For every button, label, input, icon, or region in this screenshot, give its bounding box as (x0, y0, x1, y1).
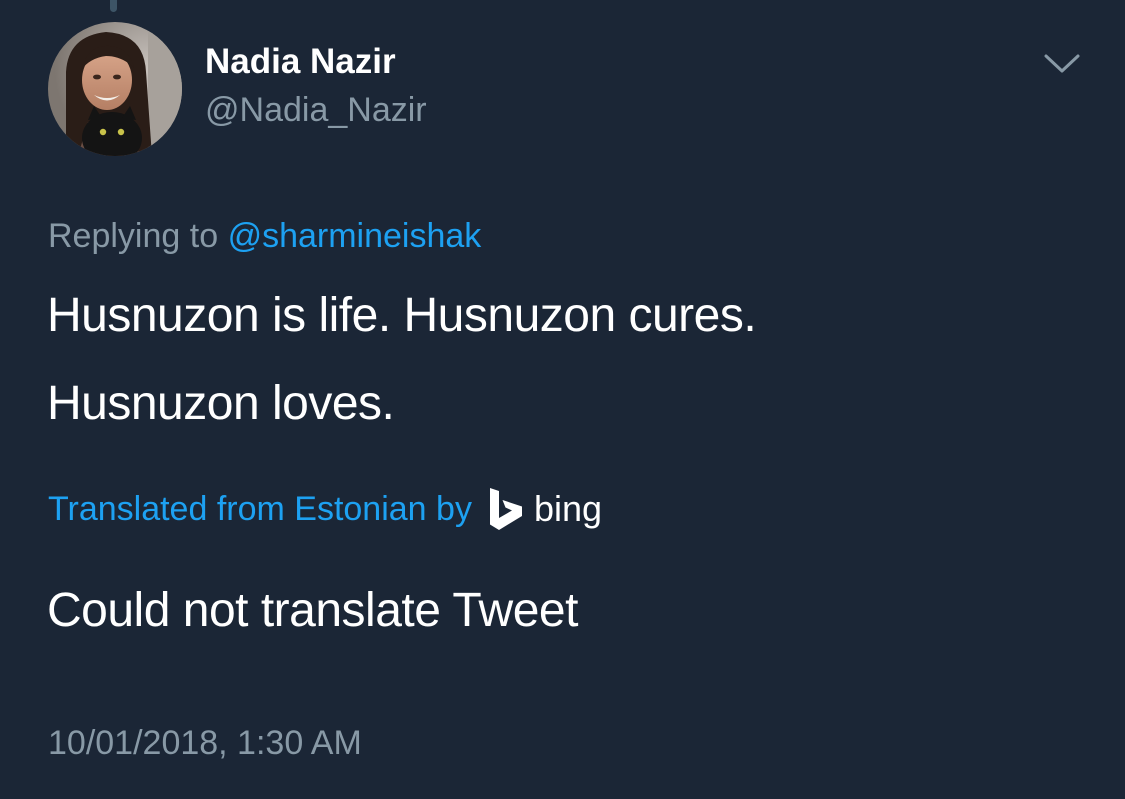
replying-to-line: Replying to @sharmineishak (48, 213, 481, 259)
translation-result-text: Could not translate Tweet (47, 584, 578, 637)
tweet-text-line: Husnuzon loves. (47, 377, 395, 430)
bing-wordmark: bing (533, 488, 602, 529)
tweet-text-line: Husnuzon is life. Husnuzon cures. (47, 289, 757, 342)
author-display-name[interactable]: Nadia Nazir (205, 40, 396, 84)
avatar[interactable] (48, 22, 182, 156)
replying-to-mention-link[interactable]: @sharmineishak (228, 217, 482, 255)
chevron-down-icon[interactable] (1040, 46, 1084, 82)
tweet-timestamp: 10/01/2018, 1:30 AM (48, 724, 362, 762)
tweet-text: Husnuzon is life. Husnuzon cures. Husnuz… (47, 272, 1087, 448)
translation-attribution: Translated from Estonian by bing (48, 486, 602, 532)
translated-from-link[interactable]: Translated from Estonian by (48, 490, 472, 529)
replying-to-label: Replying to (48, 217, 219, 255)
thread-connector-line (110, 0, 117, 12)
bing-logo-icon (488, 487, 524, 531)
avatar-photo (48, 22, 182, 156)
author-handle[interactable]: @Nadia_Nazir (205, 88, 427, 132)
